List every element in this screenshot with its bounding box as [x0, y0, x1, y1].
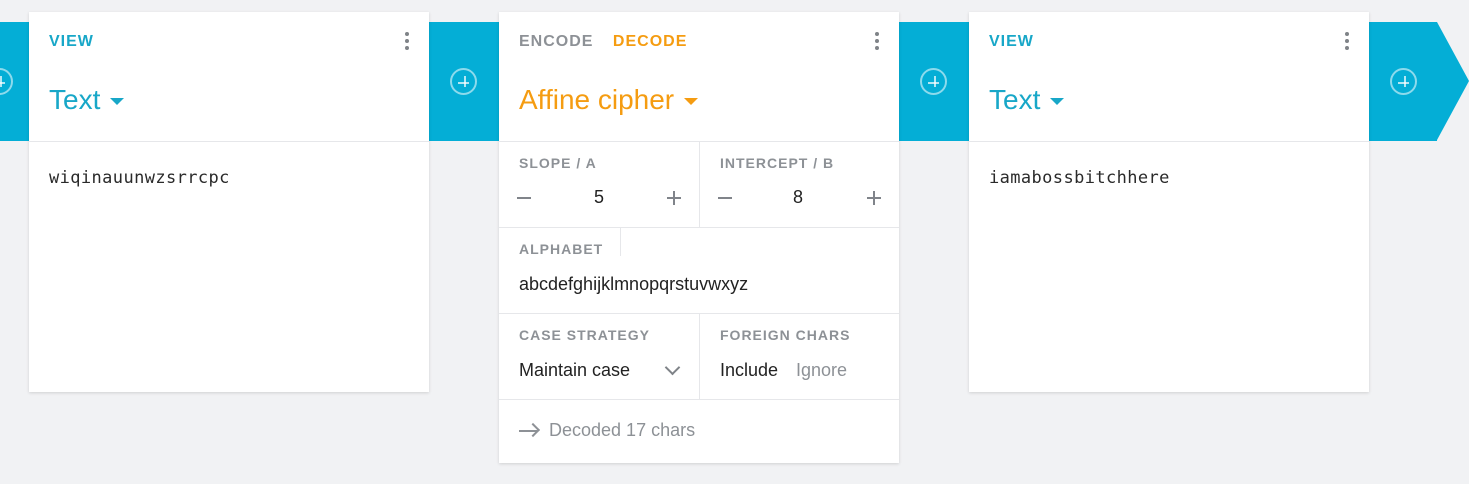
- case-strategy-select[interactable]: Maintain case: [519, 360, 630, 381]
- foreign-chars-label: FOREIGN CHARS: [720, 327, 851, 343]
- intercept-decrement-icon[interactable]: [718, 191, 732, 205]
- operation-label: Affine cipher: [519, 84, 675, 115]
- arrow-right-icon: [519, 424, 539, 438]
- intercept-field: INTERCEPT / B 8: [700, 142, 899, 227]
- slope-decrement-icon[interactable]: [517, 191, 531, 205]
- chevron-down-icon[interactable]: [664, 359, 681, 376]
- more-vert-icon[interactable]: [1339, 32, 1355, 54]
- alphabet-label: ALPHABET: [519, 241, 604, 257]
- more-vert-icon[interactable]: [399, 32, 415, 54]
- format-label: Text: [989, 84, 1041, 115]
- foreign-ignore-option[interactable]: Ignore: [796, 360, 847, 381]
- view-card-output: VIEW Text iamabossbitchhere: [969, 12, 1369, 392]
- pipe-end-arrow: [1437, 22, 1469, 140]
- status-text: Decoded 17 chars: [549, 420, 696, 440]
- card-header: VIEW Text: [969, 12, 1369, 142]
- add-operation-icon[interactable]: [1390, 68, 1417, 95]
- slope-value[interactable]: 5: [579, 187, 619, 208]
- text-content[interactable]: iamabossbitchhere: [989, 168, 1170, 188]
- tab-decode[interactable]: DECODE: [613, 33, 687, 50]
- format-label: Text: [49, 84, 101, 115]
- card-tabs: ENCODE DECODE: [519, 33, 701, 51]
- caret-down-icon: [684, 98, 699, 105]
- alphabet-input[interactable]: abcdefghijklmnopqrstuvwxyz: [519, 274, 748, 295]
- card-header: ENCODE DECODE Affine cipher: [499, 12, 899, 142]
- alphabet-row: ALPHABET abcdefghijklmnopqrstuvwxyz: [499, 228, 899, 314]
- slope-field: SLOPE / A 5: [499, 142, 700, 227]
- operation-selector[interactable]: Affine cipher: [519, 84, 699, 116]
- card-tabs: VIEW: [989, 33, 1048, 51]
- tab-view[interactable]: VIEW: [989, 33, 1034, 50]
- slope-label: SLOPE / A: [519, 155, 597, 171]
- case-strategy-label: CASE STRATEGY: [519, 327, 650, 343]
- caret-down-icon: [1050, 98, 1065, 105]
- more-vert-icon[interactable]: [869, 32, 885, 54]
- intercept-label: INTERCEPT / B: [720, 155, 835, 171]
- intercept-value[interactable]: 8: [778, 187, 818, 208]
- view-card-input: VIEW Text wiqinauunwzsrrcpc: [29, 12, 429, 392]
- card-tabs: VIEW: [49, 33, 108, 51]
- add-operation-icon[interactable]: [450, 68, 477, 95]
- caret-down-icon: [110, 98, 125, 105]
- add-operation-icon[interactable]: [920, 68, 947, 95]
- card-header: VIEW Text: [29, 12, 429, 142]
- label-divider: [620, 228, 621, 256]
- tab-view[interactable]: VIEW: [49, 33, 94, 50]
- cipher-card: ENCODE DECODE Affine cipher SLOPE / A 5 …: [499, 12, 899, 463]
- numeric-settings-row: SLOPE / A 5 INTERCEPT / B 8: [499, 142, 899, 228]
- format-selector[interactable]: Text: [49, 84, 125, 116]
- format-selector[interactable]: Text: [989, 84, 1065, 116]
- status-line: Decoded 17 chars: [519, 420, 695, 441]
- foreign-include-option[interactable]: Include: [720, 360, 778, 381]
- strategy-row: CASE STRATEGY Maintain case FOREIGN CHAR…: [499, 314, 899, 400]
- foreign-chars-field: FOREIGN CHARS Include Ignore: [700, 314, 899, 399]
- intercept-increment-icon[interactable]: [867, 191, 881, 205]
- case-strategy-field: CASE STRATEGY Maintain case: [499, 314, 700, 399]
- text-content[interactable]: wiqinauunwzsrrcpc: [49, 168, 230, 188]
- tab-encode[interactable]: ENCODE: [519, 33, 593, 50]
- slope-increment-icon[interactable]: [667, 191, 681, 205]
